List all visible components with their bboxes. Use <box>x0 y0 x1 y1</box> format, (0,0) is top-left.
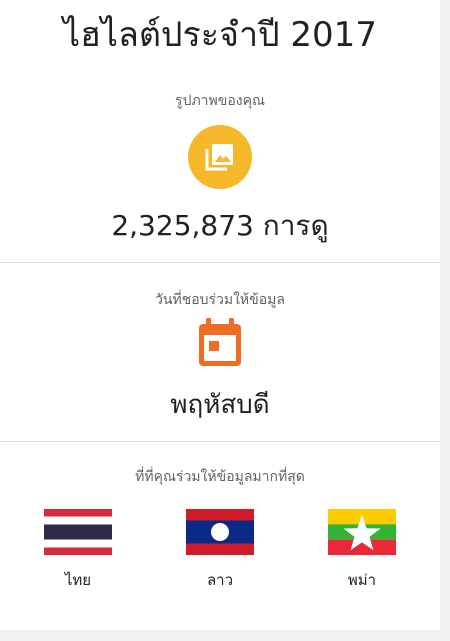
country-thailand-label: ไทย <box>64 571 92 589</box>
background-edge <box>0 630 450 641</box>
background-edge <box>440 0 450 641</box>
page-title: ไฮไลต์ประจำปี 2017 <box>63 15 377 55</box>
country-myanmar-label: พม่า <box>347 571 377 589</box>
thailand-flag-icon <box>44 509 112 555</box>
views-count: 2,325,873 การดู <box>111 209 329 242</box>
photo-library-icon <box>188 125 252 189</box>
divider <box>0 441 440 442</box>
favorite-day-label: วันที่ชอบร่วมให้ข้อมูล <box>155 292 285 308</box>
top-countries-label: ที่ที่คุณร่วมให้ข้อมูลมากที่สุด <box>135 469 305 485</box>
country-laos-label: ลาว <box>206 571 234 589</box>
divider <box>0 262 440 263</box>
photos-section-label: รูปภาพของคุณ <box>175 93 265 109</box>
calendar-icon <box>197 318 243 368</box>
myanmar-flag-icon <box>328 509 396 555</box>
favorite-day-value: พฤหัสบดี <box>170 390 270 420</box>
annual-highlights-card: ไฮไลต์ประจำปี 2017 รูปภาพของคุณ 2,325,87… <box>0 0 440 630</box>
laos-flag-icon <box>186 509 254 555</box>
